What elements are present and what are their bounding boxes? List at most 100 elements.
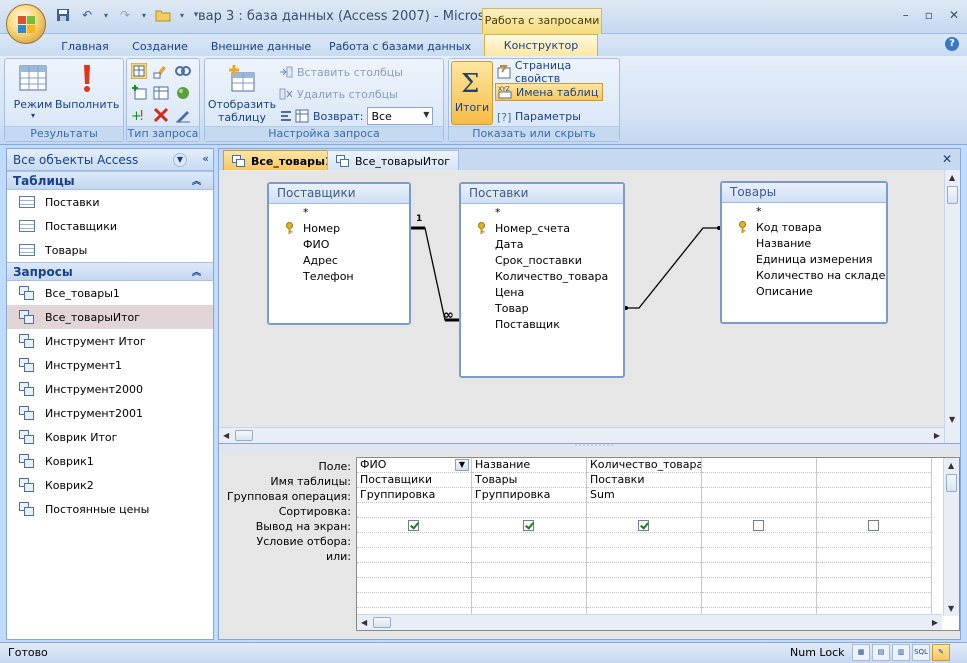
grid-cell-criteria[interactable] [817, 533, 931, 548]
grid-cell-or[interactable] [357, 563, 471, 578]
delete-columns-button[interactable]: Удалить столбцы [279, 85, 398, 103]
grid-cell-table[interactable]: Поставщики [357, 473, 471, 488]
show-checkbox[interactable] [638, 520, 649, 531]
field-list-title[interactable]: Товары [722, 183, 886, 203]
grid-cell-criteria[interactable] [472, 533, 586, 548]
minimize-button[interactable]: – [903, 8, 909, 22]
nav-query-item[interactable]: Коврик Итог [7, 425, 213, 449]
scroll-down-icon[interactable]: ▼ [948, 604, 954, 613]
nav-group-tables[interactable]: Таблицы ︽ [7, 171, 213, 190]
save-icon[interactable] [54, 6, 72, 24]
grid-cell-or[interactable] [817, 548, 931, 563]
table-names-button[interactable]: XYZ Имена таблиц [495, 83, 604, 101]
field-list-title[interactable]: Поставщики [269, 184, 409, 204]
run-button[interactable]: Выполнить [55, 63, 119, 111]
grid-cell-table[interactable] [702, 473, 816, 488]
grid-cell-total[interactable] [702, 488, 816, 503]
scroll-thumb[interactable] [235, 430, 253, 441]
grid-cell-total[interactable]: Sum [587, 488, 701, 503]
field-list-item[interactable]: Описание [722, 283, 886, 299]
grid-cell-total[interactable] [817, 488, 931, 503]
crosstab-query-icon[interactable] [175, 63, 191, 79]
make-table-query-icon[interactable] [153, 63, 169, 79]
pane-splitter[interactable]: ˙˙˙˙˙˙˙˙˙˙ [218, 444, 961, 453]
field-list-item[interactable]: Номер_счета [461, 220, 623, 236]
undo-dropdown-icon[interactable]: ▾ [102, 6, 110, 24]
grid-cell-or[interactable] [817, 593, 931, 608]
update-query-icon[interactable] [153, 85, 169, 101]
tab-external-data[interactable]: Внешние данные [202, 37, 320, 56]
grid-cell-sort[interactable] [702, 503, 816, 518]
grid-cell-or[interactable] [587, 593, 701, 608]
show-table-button[interactable]: Отобразить таблицу [207, 63, 277, 124]
append-query-icon[interactable] [131, 85, 147, 101]
diagram-vertical-scrollbar[interactable]: ▲ ▼ [944, 170, 960, 443]
grid-cell-or[interactable] [817, 563, 931, 578]
show-checkbox[interactable] [753, 520, 764, 531]
sql-view-button[interactable]: SQL [912, 644, 930, 661]
pivot-chart-view-button[interactable]: ▥ [892, 644, 910, 661]
grid-cell-or[interactable] [587, 548, 701, 563]
grid-cell-or[interactable] [702, 548, 816, 563]
return-select[interactable]: Все ▼ [367, 107, 434, 125]
redo-icon[interactable]: ↷ [116, 6, 134, 24]
datasheet-view-button[interactable]: ▦ [852, 644, 870, 661]
field-list-item[interactable]: * [461, 204, 623, 220]
grid-cell-or[interactable] [587, 578, 701, 593]
nav-group-queries[interactable]: Запросы ︽ [7, 262, 213, 281]
mode-button[interactable]: Режим ▾ [11, 63, 55, 120]
grid-cell-total[interactable]: Группировка [472, 488, 586, 503]
show-checkbox[interactable] [408, 520, 419, 531]
parameters-button[interactable]: [?] Параметры [497, 107, 581, 125]
undo-icon[interactable]: ↶ [78, 6, 96, 24]
select-query-icon[interactable] [131, 63, 147, 79]
field-list-deliveries[interactable]: Поставки * Номер_счета Дата Срок_поставки Ко… [459, 182, 625, 378]
nav-query-item[interactable]: Инструмент Итог [7, 329, 213, 353]
tab-home[interactable]: Главная [52, 37, 118, 56]
union-query-icon[interactable] [175, 85, 191, 101]
data-definition-query-icon[interactable] [175, 107, 191, 123]
nav-pane-header[interactable]: Все объекты Access ▼ « [7, 149, 213, 171]
nav-table-item[interactable]: Поставщики [7, 214, 213, 238]
grid-cell-field[interactable] [702, 458, 816, 473]
help-icon[interactable]: ? [945, 37, 959, 51]
grid-cell-sort[interactable] [472, 503, 586, 518]
grid-cell-or[interactable] [472, 563, 586, 578]
field-list-item[interactable]: Количество_товара [461, 268, 623, 284]
scroll-left-icon[interactable]: ◀ [361, 618, 367, 627]
grid-horizontal-scrollbar[interactable]: ◀ ▶ [357, 614, 942, 630]
grid-cell-or[interactable] [472, 593, 586, 608]
field-list-suppliers[interactable]: Поставщики * Номер ФИО Адрес Телефон [267, 182, 411, 325]
insert-columns-button[interactable]: Вставить столбцы [279, 63, 403, 81]
grid-cell-table[interactable] [817, 473, 931, 488]
field-list-item[interactable]: Дата [461, 236, 623, 252]
grid-cell-or[interactable] [702, 563, 816, 578]
qat-dropdown-icon[interactable]: ▾ [178, 6, 186, 24]
grid-cell-or[interactable] [472, 548, 586, 563]
grid-cell-table[interactable]: Поставки [587, 473, 701, 488]
close-button[interactable]: ✕ [949, 8, 959, 22]
field-list-item[interactable]: Номер [269, 220, 409, 236]
scroll-up-icon[interactable]: ▲ [948, 461, 954, 470]
nav-menu-dropdown-icon[interactable]: ▼ [173, 153, 187, 167]
grid-cell-or[interactable] [472, 578, 586, 593]
field-list-item[interactable]: ФИО [269, 236, 409, 252]
nav-query-item[interactable]: Инструмент1 [7, 353, 213, 377]
field-list-item[interactable]: Код товара [722, 219, 886, 235]
field-list-item[interactable]: Цена [461, 284, 623, 300]
grid-cell-field[interactable]: Количество_товара [587, 458, 701, 473]
redo-dropdown-icon[interactable]: ▾ [140, 6, 148, 24]
nav-query-item[interactable]: Коврик1 [7, 449, 213, 473]
field-list-item[interactable]: Адрес [269, 252, 409, 268]
field-list-item[interactable]: Товар [461, 300, 623, 316]
pass-through-query-icon[interactable]: +! [131, 107, 147, 123]
field-list-goods[interactable]: Товары * Код товара Название Единица измере… [720, 181, 888, 324]
design-view-button[interactable]: ✎ [932, 644, 950, 661]
field-list-item[interactable]: Единица измерения [722, 251, 886, 267]
diagram-horizontal-scrollbar[interactable]: ◀ ▶ [219, 427, 944, 443]
field-list-item[interactable]: * [269, 204, 409, 220]
scroll-thumb[interactable] [947, 186, 958, 204]
close-document-icon[interactable]: ✕ [942, 152, 952, 166]
pivot-table-view-button[interactable]: ▤ [872, 644, 890, 661]
scroll-right-icon[interactable]: ▶ [932, 618, 938, 627]
